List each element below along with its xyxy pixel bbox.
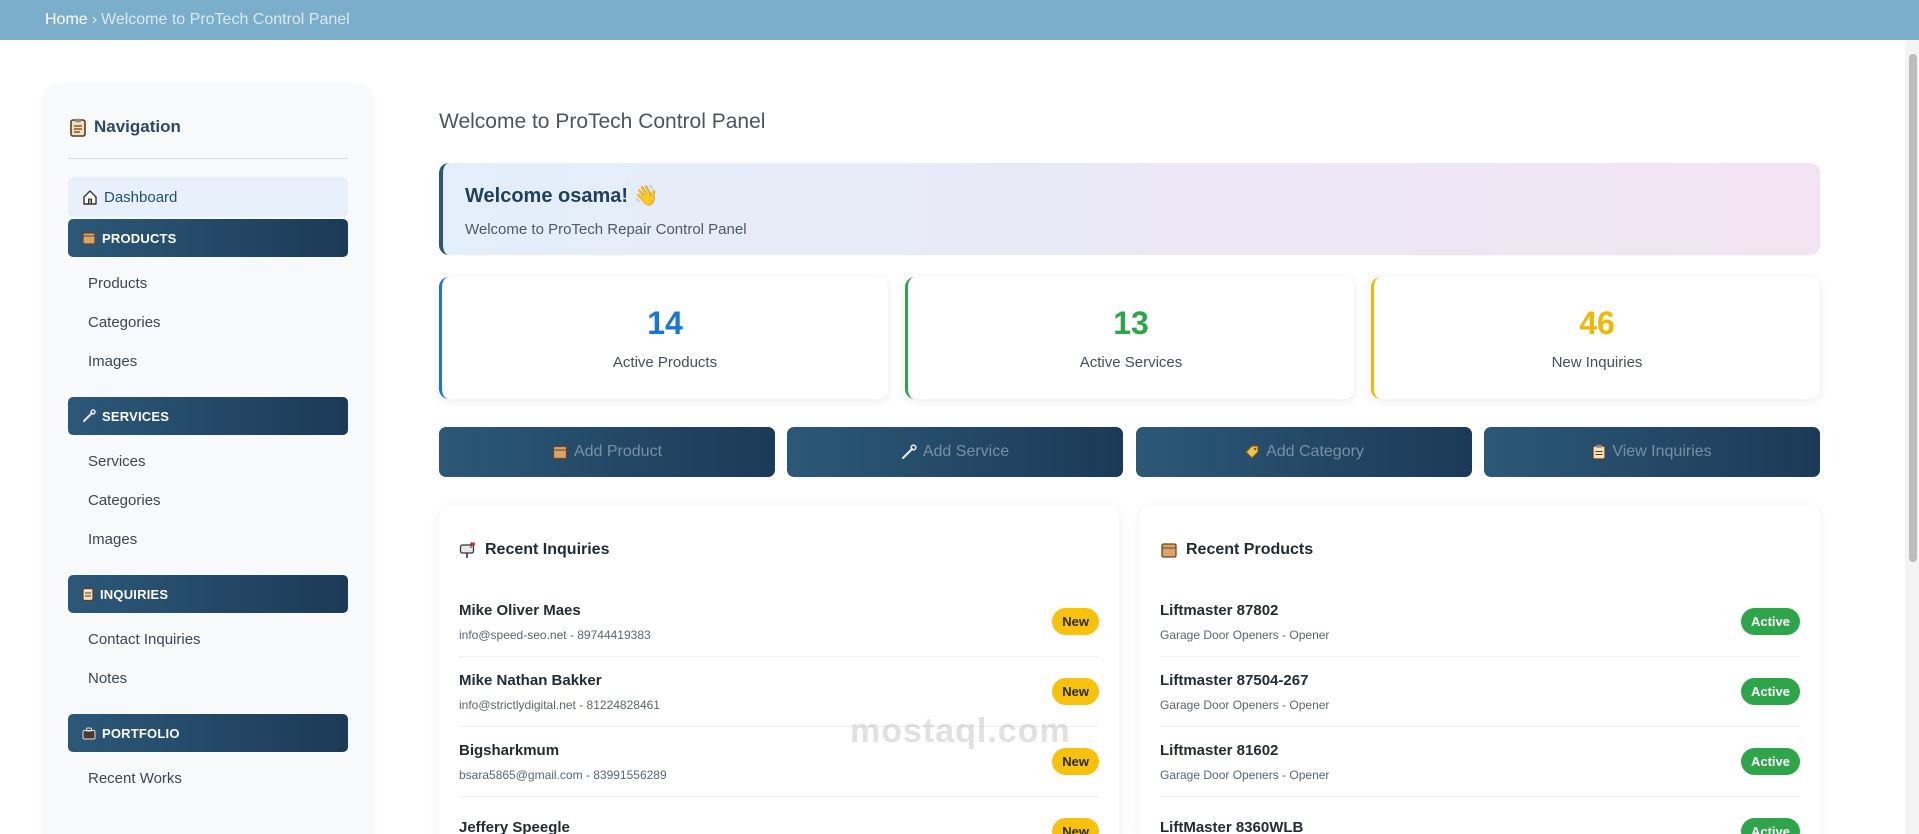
product-name: Liftmaster 87802 xyxy=(1160,601,1279,619)
inquiry-name: Mike Nathan Bakker xyxy=(459,671,602,689)
scrollbar-thumb[interactable] xyxy=(1909,54,1917,562)
sidebar-item-service-categories[interactable]: Categories xyxy=(68,481,348,520)
clipboard-icon xyxy=(70,118,86,137)
sidebar-section-inquiries[interactable]: INQUIRIES xyxy=(68,575,348,613)
mailbox-icon xyxy=(459,542,475,558)
box-icon xyxy=(552,445,568,460)
sidebar-item-services[interactable]: Services xyxy=(68,442,348,481)
sidebar-item-products[interactable]: Products xyxy=(68,264,348,303)
view-inquiries-button[interactable]: View Inquiries xyxy=(1484,427,1820,477)
clipboard-icon xyxy=(1592,444,1606,460)
breadcrumb-home-link[interactable]: Home xyxy=(45,11,88,29)
briefcase-icon xyxy=(82,727,96,739)
tag-icon xyxy=(1245,445,1259,459)
product-name: Liftmaster 87504-267 xyxy=(1160,671,1309,689)
sidebar-title-label: Navigation xyxy=(94,117,181,136)
welcome-subtitle: Welcome to ProTech Repair Control Panel xyxy=(465,221,747,238)
sidebar-item-product-categories[interactable]: Categories xyxy=(68,303,348,342)
sidebar-item-product-images[interactable]: Images xyxy=(68,342,348,381)
status-badge: Active xyxy=(1740,608,1800,635)
stat-value: 13 xyxy=(1113,305,1149,341)
button-label: Add Category xyxy=(1266,443,1364,460)
box-icon xyxy=(1161,543,1177,558)
product-category: Garage Door Openers - Opener xyxy=(1160,627,1330,642)
panel-title: Recent Inquiries xyxy=(459,537,1099,563)
sidebar-item-recent-works[interactable]: Recent Works xyxy=(68,759,348,798)
sidebar-section-label: INQUIRIES xyxy=(100,586,169,602)
wrench-icon xyxy=(901,444,917,460)
sidebar-section-portfolio[interactable]: PORTFOLIO xyxy=(68,714,348,752)
button-label: Add Service xyxy=(922,443,1010,460)
list-item[interactable]: Liftmaster 87802 Garage Door Openers - Op… xyxy=(1160,587,1800,657)
stat-card-active-products: 14 Active Products xyxy=(439,277,888,399)
inquiry-name: Jeffery Speegle xyxy=(459,818,570,834)
status-badge: Active xyxy=(1740,678,1800,705)
sidebar-item-contact-inquiries[interactable]: Contact Inquiries xyxy=(68,620,348,659)
breadcrumb-separator: › xyxy=(91,11,98,28)
button-label: Add Product xyxy=(573,443,663,460)
status-badge: New xyxy=(1052,678,1099,705)
list-item[interactable]: Liftmaster 87504-267 Garage Door Openers … xyxy=(1160,657,1800,727)
inquiry-name: Bigsharkmum xyxy=(459,741,560,759)
sidebar-item-notes[interactable]: Notes xyxy=(68,659,348,698)
sidebar: Navigation Dashboard PRODUCTS Products C… xyxy=(44,84,372,834)
page-scrollbar[interactable] xyxy=(1905,40,1919,834)
clipboard-icon xyxy=(82,587,94,601)
inquiry-contact: bsara5865@gmail.com - 83991556289 xyxy=(459,767,667,782)
button-label: View Inquiries xyxy=(1612,443,1712,460)
sidebar-section-label: PRODUCTS xyxy=(102,230,177,246)
box-icon xyxy=(82,232,96,245)
inquiry-contact: info@speed-seo.net - 89744419383 xyxy=(459,627,651,642)
sidebar-item-label: Dashboard xyxy=(104,188,178,206)
list-item[interactable]: Liftmaster 81602 Garage Door Openers - Op… xyxy=(1160,727,1800,797)
product-name: LiftMaster 8360WLB xyxy=(1160,818,1304,834)
status-badge: New xyxy=(1052,748,1099,775)
inquiry-contact: info@strictlydigital.net - 81224828461 xyxy=(459,697,660,712)
inquiry-name: Mike Oliver Maes xyxy=(459,601,581,619)
panel-title: Recent Products xyxy=(1160,537,1800,563)
sidebar-section-label: PORTFOLIO xyxy=(102,725,180,741)
status-badge: Active xyxy=(1740,818,1800,834)
sidebar-section-services[interactable]: SERVICES xyxy=(68,397,348,435)
sidebar-item-service-images[interactable]: Images xyxy=(68,520,348,559)
panel-title-label: Recent Inquiries xyxy=(485,541,610,558)
stat-label: Active Products xyxy=(612,354,718,371)
product-name: Liftmaster 81602 xyxy=(1160,741,1279,759)
page-title: Welcome to ProTech Control Panel xyxy=(439,110,766,133)
list-item[interactable]: Mike Oliver Maes info@speed-seo.net - 897… xyxy=(459,587,1099,657)
status-badge: New xyxy=(1052,818,1099,834)
product-category: Garage Door Openers - Opener xyxy=(1160,697,1330,712)
product-category: Garage Door Openers - Opener xyxy=(1160,767,1330,782)
status-badge: New xyxy=(1052,608,1099,635)
breadcrumb: Home › Welcome to ProTech Control Panel xyxy=(0,0,1919,40)
wrench-icon xyxy=(83,409,96,422)
watermark: mostaql.com xyxy=(850,712,1071,750)
panel-title-label: Recent Products xyxy=(1186,541,1314,558)
add-service-button[interactable]: Add Service xyxy=(787,427,1123,477)
stat-label: Active Services xyxy=(1079,354,1183,371)
stat-card-new-inquiries: 46 New Inquiries xyxy=(1371,277,1820,399)
welcome-banner: Welcome osama! 👋 Welcome to ProTech Repa… xyxy=(439,163,1820,255)
stat-value: 46 xyxy=(1579,305,1615,341)
sidebar-item-dashboard[interactable]: Dashboard xyxy=(68,177,348,217)
stat-card-active-services: 13 Active Services xyxy=(905,277,1354,399)
stat-label: New Inquiries xyxy=(1551,354,1643,371)
welcome-title: Welcome osama! 👋 xyxy=(465,185,659,207)
add-category-button[interactable]: Add Category xyxy=(1136,427,1472,477)
recent-products-panel: Recent Products Liftmaster 87802 Garage D… xyxy=(1140,505,1820,834)
house-icon xyxy=(83,190,97,205)
sidebar-section-products[interactable]: PRODUCTS xyxy=(68,219,348,257)
add-product-button[interactable]: Add Product xyxy=(439,427,775,477)
sidebar-section-label: SERVICES xyxy=(102,408,170,424)
status-badge: Active xyxy=(1740,748,1800,775)
sidebar-divider xyxy=(68,158,348,159)
breadcrumb-current: Welcome to ProTech Control Panel xyxy=(101,11,350,28)
list-item[interactable]: LiftMaster 8360WLB Active xyxy=(1160,797,1800,834)
recent-inquiries-panel: Recent Inquiries Mike Oliver Maes info@sp… xyxy=(439,505,1119,834)
sidebar-title: Navigation xyxy=(68,110,348,144)
stat-value: 14 xyxy=(647,305,683,341)
list-item[interactable]: Jeffery Speegle New xyxy=(459,797,1099,834)
